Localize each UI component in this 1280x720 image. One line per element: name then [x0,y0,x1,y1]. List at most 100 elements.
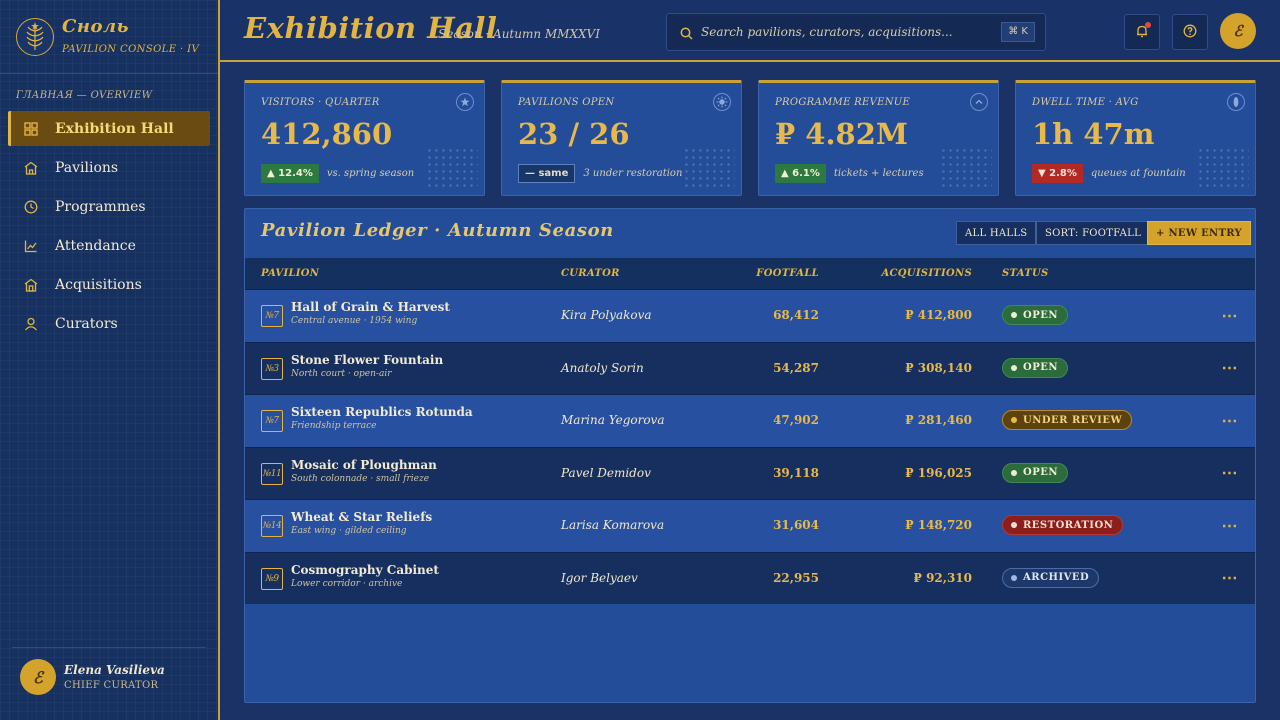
notifications-button[interactable] [1124,14,1160,50]
more-options-icon[interactable]: ⋯ [1219,514,1241,536]
pavilion-number-icon: №7 [261,410,283,432]
brand[interactable]: Сноль PAVILION CONSOLE · IV [16,16,206,60]
status-label: OPEN [1023,309,1058,321]
curator-name: Igor Belyaev [561,570,638,585]
status-dot [1011,469,1017,476]
more-options-icon[interactable]: ⋯ [1219,409,1241,431]
delta-badge: — same [518,163,576,183]
kpi-value: 23 / 26 [518,117,630,151]
curator-name: Larisa Komarova [561,518,665,532]
table-row[interactable]: №7 Sixteen Republics Rotunda Friendship … [245,394,1255,447]
table-row[interactable]: №7 Hall of Grain & Harvest Central avenu… [245,289,1255,342]
kpi-note: vs. spring season [326,167,415,179]
brand-name: Сноль [62,16,130,37]
status-label: UNDER REVIEW [1023,414,1123,426]
footfall-value: 31,604 [773,518,819,532]
pavilion-number-icon: №7 [261,305,283,327]
more-options-icon[interactable]: ⋯ [1219,567,1241,589]
status-label: OPEN [1023,362,1058,373]
kpi-card-revenue[interactable]: PROGRAMME REVENUE ₽ 4.82M ▲ 6.1% tickets… [758,80,999,196]
pavilion-name: Stone Flower Fountain [291,352,444,367]
header: Exhibition Hall Season · Autumn MMXXVI ⌘… [220,0,1280,62]
more-options-icon[interactable]: ⋯ [1219,357,1241,379]
more-options-icon[interactable]: ⋯ [1219,462,1241,484]
dot-pattern [683,147,735,189]
notification-dot [1145,22,1151,28]
pavilion-icon [22,159,40,177]
search-input[interactable] [701,22,991,42]
acquisitions-value: ₽ 92,310 [913,570,972,585]
sidebar-item-label: Attendance [55,237,136,254]
kpi-label: PROGRAMME REVENUE [775,97,911,108]
star-icon [456,93,474,111]
help-button[interactable] [1172,14,1208,50]
sidebar-item-pavilions[interactable]: Pavilions [8,150,210,185]
sidebar-item-programmes[interactable]: Programmes [8,189,210,224]
table-row[interactable]: №11 Mosaic of Ploughman South colonnade … [245,446,1255,499]
more-options-icon[interactable]: ⋯ [1219,304,1241,326]
chevron-up-icon [970,93,988,111]
filter-halls-button[interactable]: ALL HALLS [956,221,1037,245]
column-header-status[interactable]: STATUS [1002,268,1049,279]
ledger-title: Pavilion Ledger · Autumn Season [261,220,614,241]
kpi-label: VISITORS · QUARTER [261,97,380,108]
grid-icon [22,120,40,138]
sort-button[interactable]: SORT: FOOTFALL [1036,221,1151,245]
curator-name: Anatoly Sorin [561,360,644,375]
search-icon [680,25,693,44]
kpi-card-pavilions[interactable]: PAVILIONS OPEN 23 / 26 — same 3 under re… [501,80,742,196]
kpi-card-dwell-time[interactable]: DWELL TIME · AVG 1h 47m ▼ 2.8% queues at… [1015,80,1256,196]
clock-icon [22,198,40,216]
footfall-value: 39,118 [773,465,819,480]
pavilion-location: Friendship terrace [291,421,377,431]
table-row[interactable]: №14 Wheat & Star Reliefs East wing · gil… [245,499,1255,552]
wheat-emblem-icon [16,18,54,56]
search-box[interactable]: ⌘ K [666,13,1046,51]
new-entry-button[interactable]: + NEW ENTRY [1147,221,1251,245]
kpi-footer: — same 3 under restoration [518,163,682,183]
dot-pattern [1197,147,1249,189]
delta-badge: ▼ 2.8% [1032,163,1083,183]
table-row[interactable]: №3 Stone Flower Fountain North court · o… [245,341,1255,394]
pavilion-name: Hall of Grain & Harvest [291,300,450,314]
sidebar-item-curators[interactable]: Curators [8,306,210,341]
sidebar-item-attendance[interactable]: Attendance [8,228,210,263]
sidebar-nav: Exhibition Hall Pavilions Programmes Att… [8,111,210,345]
column-header-acquisitions[interactable]: ACQUISITIONS [881,268,972,279]
pavilion-name: Sixteen Republics Rotunda [291,405,473,419]
column-header-pavilion[interactable]: PAVILION [261,268,319,279]
wheat-icon [1227,93,1245,111]
avatar[interactable]: ℰ [1220,13,1256,49]
delta-badge: ▲ 12.4% [261,163,319,183]
curator-name: Marina Yegorova [561,413,665,427]
status-badge: OPEN [1002,462,1068,483]
pavilion-number-icon: №3 [261,357,283,380]
sidebar-item-label: Curators [55,315,118,332]
kpi-card-visitors[interactable]: VISITORS · QUARTER 412,860 ▲ 12.4% vs. s… [244,80,485,196]
column-header-curator[interactable]: CURATOR [561,268,620,279]
sun-icon [713,93,731,111]
pavilion-location: Central avenue · 1954 wing [291,316,418,326]
column-header-footfall[interactable]: FOOTFALL [756,268,819,279]
status-badge: OPEN [1002,357,1068,378]
sidebar-item-exhibition-hall[interactable]: Exhibition Hall [8,111,210,146]
status-badge: ARCHIVED [1002,567,1100,588]
kpi-footer: ▲ 12.4% vs. spring season [261,163,414,183]
kpi-label: PAVILIONS OPEN [518,97,615,108]
chart-icon [22,237,40,255]
kpi-label: DWELL TIME · AVG [1032,97,1139,108]
status-dot [1011,312,1017,318]
table-row[interactable]: №9 Cosmography Cabinet Lower corridor · … [245,551,1255,604]
acquisitions-value: ₽ 308,140 [905,360,972,375]
user-profile[interactable]: ℰ Elena Vasilieva CHIEF CURATOR [20,658,210,698]
status-dot [1011,417,1017,423]
footfall-value: 68,412 [773,308,819,322]
pavilion-name: Wheat & Star Reliefs [291,510,433,524]
dot-pattern [426,147,478,189]
pavilion-name: Mosaic of Ploughman [291,457,437,472]
status-badge: OPEN [1002,305,1068,325]
sidebar-item-acquisitions[interactable]: Acquisitions [8,267,210,302]
help-icon [1183,23,1197,42]
kpi-note: 3 under restoration [583,167,683,179]
sidebar: Сноль PAVILION CONSOLE · IV ГЛАВНАЯ — OV… [0,0,220,720]
